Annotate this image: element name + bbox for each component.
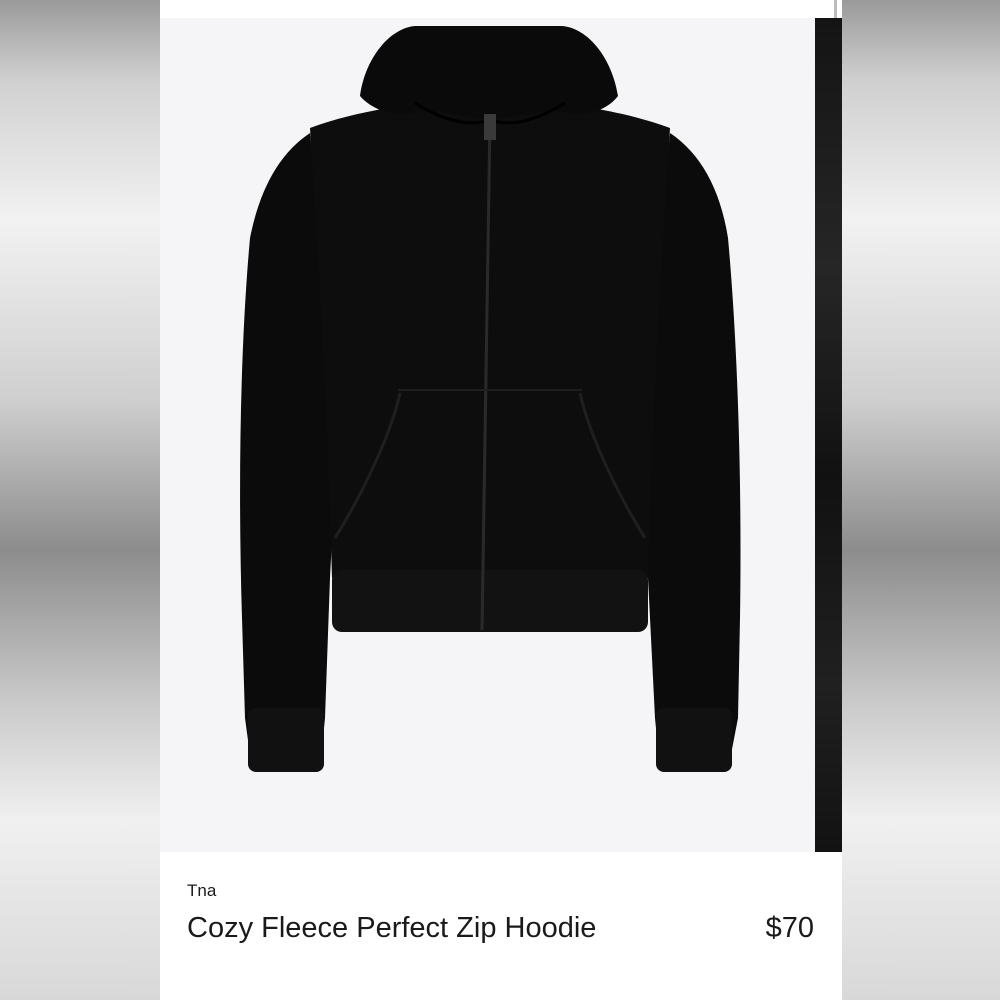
left-cuff bbox=[248, 708, 324, 772]
hood bbox=[360, 26, 618, 120]
top-bar bbox=[160, 0, 842, 18]
next-product-image-peek[interactable] bbox=[815, 18, 842, 852]
brand-name[interactable]: Tna bbox=[187, 881, 216, 901]
right-cuff bbox=[656, 708, 732, 772]
hoodie-image bbox=[240, 26, 741, 772]
scroll-indicator bbox=[834, 0, 837, 18]
product-card[interactable]: Tna Cozy Fleece Perfect Zip Hoodie $70 bbox=[160, 0, 842, 1000]
product-title[interactable]: Cozy Fleece Perfect Zip Hoodie bbox=[187, 910, 607, 947]
blurred-background-right bbox=[842, 0, 1000, 1000]
product-image[interactable] bbox=[160, 18, 815, 852]
waistband bbox=[332, 570, 648, 632]
product-price: $70 bbox=[765, 912, 814, 944]
zipper-pull bbox=[484, 114, 496, 140]
blurred-background-left bbox=[0, 0, 160, 1000]
